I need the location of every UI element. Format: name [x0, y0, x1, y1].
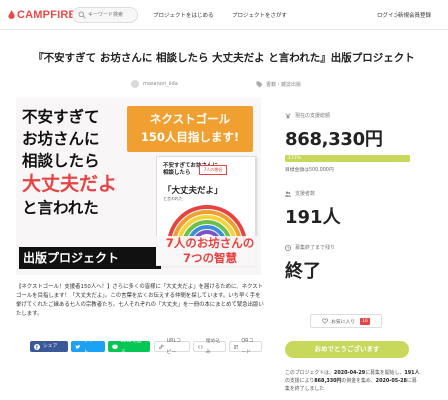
project-main-image[interactable]: 不安すぎて お坊さんに 相談したら 大丈夫だよ と言われた 出版プロジェクト ネ…	[16, 98, 261, 275]
remaining-value: 終了	[285, 261, 321, 282]
header-divider	[396, 11, 397, 18]
facebook-icon: f	[34, 343, 40, 350]
project-owner[interactable]: masanori_iida	[131, 80, 178, 88]
embed-button[interactable]: 埋め込み	[193, 339, 226, 355]
clock-icon	[285, 244, 291, 251]
note-end-date: 2020-05-28	[375, 378, 407, 384]
note-supporters: 191人	[404, 370, 420, 376]
amount-label-row: 現在の支援総額	[285, 112, 330, 119]
heart-icon	[322, 318, 329, 324]
supporters-label: 支援者数	[295, 191, 316, 197]
category-name: 書籍・雑誌出版	[266, 81, 302, 88]
next-goal-banner: ネクストゴール 150人目指します!	[127, 106, 253, 152]
hero-line-2: お坊さんに	[22, 130, 100, 148]
note-text: の資金を集め、	[341, 378, 376, 384]
remaining-label-row: 募集終了まで残り	[285, 244, 335, 251]
funding-progress-bar: 173%	[285, 155, 410, 162]
owner-name: masanori_iida	[143, 81, 178, 87]
code-icon	[198, 344, 203, 349]
share-facebook-button[interactable]: f シェア	[30, 341, 68, 352]
qr-code-button[interactable]: QRコード	[229, 339, 262, 355]
signup-link[interactable]: 新規会員登録	[398, 11, 431, 19]
site-header: CAMPFIRE プロジェクトをはじめる プロジェクトをさがす ログイン 新規会…	[0, 0, 448, 30]
project-summary-note: このプロジェクトは、2020-04-29に募集を開始し、191人の支援により86…	[285, 369, 420, 393]
owner-avatar	[131, 80, 139, 88]
favorite-button[interactable]: お気に入り 16	[310, 314, 382, 328]
book-sticker: 7人の僧侶	[199, 165, 227, 175]
twitter-icon	[75, 344, 81, 349]
wisdom-line-2: 7つの智慧	[182, 251, 237, 265]
wisdom-caption: 7人のお坊さんの 7つの智慧	[156, 236, 261, 266]
next-goal-line-1: ネクストゴール	[149, 112, 231, 126]
project-category[interactable]: 書籍・雑誌出版	[256, 80, 301, 88]
favorite-label: お気に入り	[331, 319, 356, 325]
copy-url-button[interactable]: URLコピー	[154, 339, 190, 355]
hero-line-5: と言われた	[22, 199, 99, 217]
share-twitter-button[interactable]: ツイート	[71, 339, 105, 355]
note-start-date: 2020-04-29	[333, 370, 366, 376]
supporters-label-row: 支援者数	[285, 190, 315, 197]
remaining-label: 募集終了まで残り	[295, 245, 336, 251]
nav-start-project[interactable]: プロジェクトをはじめる	[153, 11, 214, 19]
qr-icon	[234, 344, 239, 349]
completed-button[interactable]: おめでとうございます	[285, 341, 409, 358]
hero-publish-bar: 出版プロジェクト	[19, 247, 161, 269]
project-description: 【ネクストゴール！支援者150人へ！】さらに多くの皆様に「大丈夫だよ」を届けるた…	[16, 284, 264, 317]
tag-icon	[256, 81, 263, 87]
progress-fill: 173%	[285, 155, 410, 162]
note-text: に募集を開始し、	[365, 370, 405, 376]
yen-icon	[285, 112, 291, 119]
search-icon	[78, 11, 86, 19]
note-text: このプロジェクトは、	[285, 370, 334, 376]
qr-code-label: QRコード	[241, 338, 254, 355]
funding-amount: 868,330円	[285, 129, 383, 150]
note-amount: 868,330円	[314, 378, 342, 384]
project-title: 『不安すぎて お坊さんに 相談したら 大丈夫だよ と言われた』出版プロジェクト	[33, 52, 415, 64]
flame-icon	[8, 10, 15, 19]
next-goal-line-2: 150人目指します!	[140, 130, 240, 144]
embed-label: 埋め込み	[205, 338, 221, 355]
share-line-label: LINEで送る	[120, 338, 142, 355]
search-input[interactable]	[88, 9, 136, 21]
search-box[interactable]	[72, 7, 138, 23]
favorite-count: 16	[360, 317, 370, 325]
wisdom-line-1: 7人のお坊さんの	[165, 236, 255, 250]
book-subtitle: と言われた	[163, 196, 183, 201]
logo-text: CAMPFIRE	[17, 9, 77, 21]
goal-amount: 目標金額は500,000円	[285, 168, 334, 173]
hero-headline: 不安すぎて お坊さんに 相談したら 大丈夫だよ と言われた	[22, 106, 117, 219]
share-line-button[interactable]: LINEで送る	[108, 339, 150, 355]
share-twitter-label: ツイート	[83, 338, 98, 355]
line-icon	[112, 344, 118, 349]
people-icon	[285, 191, 291, 197]
note-text: の支援により	[285, 378, 315, 384]
link-icon	[159, 344, 164, 349]
share-facebook-label: シェア	[43, 344, 58, 349]
hero-line-3: 相談したら	[22, 152, 100, 170]
amount-label: 現在の支援総額	[295, 113, 331, 119]
copy-url-label: URLコピー	[166, 338, 181, 355]
hero-line-1: 不安すぎて	[22, 108, 100, 126]
campfire-logo[interactable]: CAMPFIRE	[7, 9, 76, 21]
hero-line-4: 大丈夫だよ	[22, 173, 118, 195]
book-big-title: 「大丈夫だよ」	[163, 186, 223, 196]
nav-find-project[interactable]: プロジェクトをさがす	[232, 11, 287, 19]
supporters-count: 191人	[285, 207, 341, 228]
